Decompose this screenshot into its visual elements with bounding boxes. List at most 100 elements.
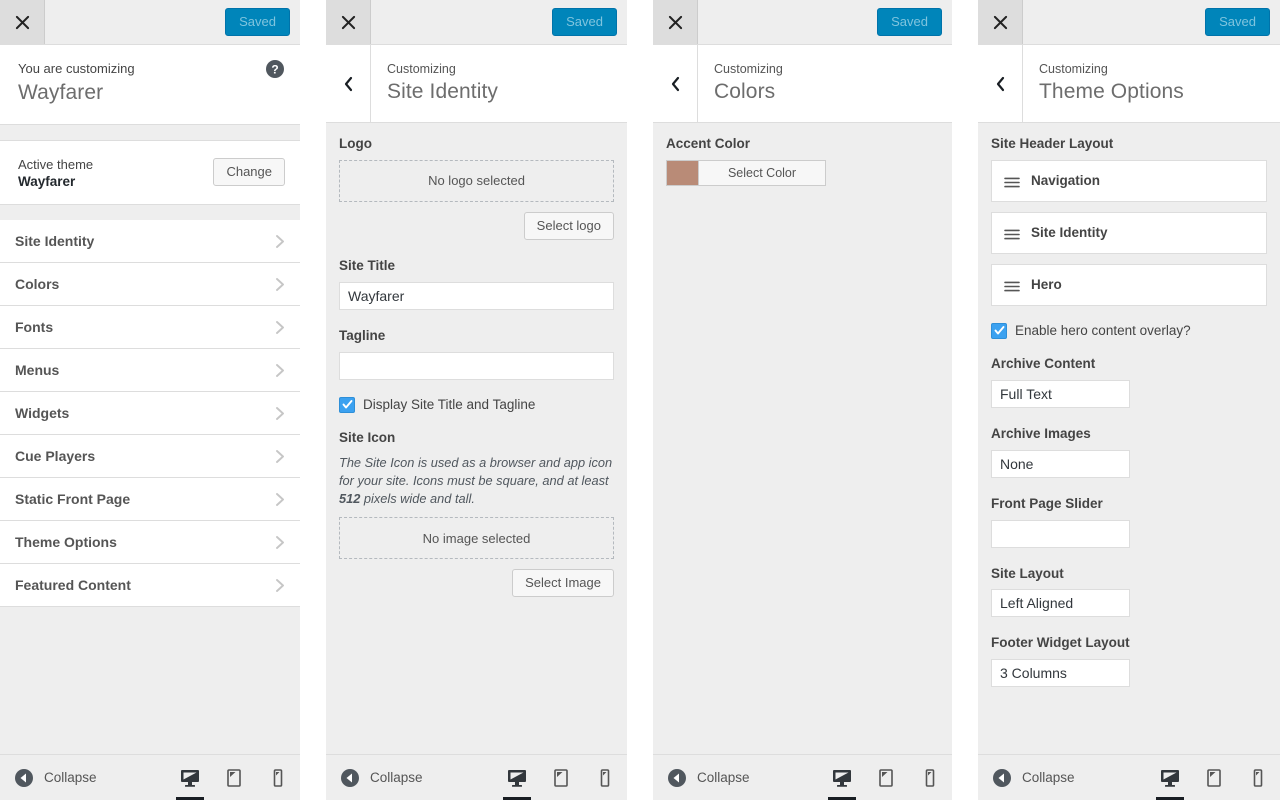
site-icon-desc-size: 512 xyxy=(339,490,361,506)
site-layout-select[interactable]: Left Aligned xyxy=(991,589,1130,618)
display-title-tagline-checkbox[interactable] xyxy=(339,396,355,413)
section-label: Colors xyxy=(15,276,60,293)
change-theme-button[interactable]: Change xyxy=(213,158,285,187)
collapse-arrow-icon xyxy=(14,768,34,788)
sidebar-item-featured-content[interactable]: Featured Content xyxy=(0,564,300,608)
close-icon[interactable] xyxy=(0,0,45,44)
back-icon[interactable] xyxy=(653,45,698,122)
list-item[interactable]: Navigation xyxy=(991,159,1267,202)
archive-content-select[interactable]: Full Text xyxy=(991,379,1130,408)
site-icon-desc-pre: The Site Icon is used as a browser and a… xyxy=(339,454,613,488)
select-logo-button[interactable]: Select logo xyxy=(523,211,614,240)
list-item[interactable]: Site Identity xyxy=(991,211,1267,254)
sidebar-item-static-front-page[interactable]: Static Front Page xyxy=(0,478,300,522)
list-item[interactable]: Hero xyxy=(991,263,1267,306)
device-desktop-icon[interactable] xyxy=(820,755,864,800)
list-item-label: Hero xyxy=(1031,277,1062,293)
drag-handle-icon[interactable] xyxy=(1004,279,1020,292)
help-icon[interactable]: ? xyxy=(265,59,285,79)
archive-images-control: Archive Images None xyxy=(991,425,1267,478)
device-desktop-icon[interactable] xyxy=(168,755,212,800)
sidebar-item-menus[interactable]: Menus xyxy=(0,349,300,393)
footer-bar: Collapse xyxy=(326,754,627,800)
device-tablet-icon[interactable] xyxy=(539,755,583,800)
device-desktop-icon[interactable] xyxy=(1148,755,1192,800)
archive-images-select[interactable]: None xyxy=(991,449,1130,478)
collapse-label: Collapse xyxy=(697,770,750,785)
close-icon[interactable] xyxy=(653,0,698,44)
footer-widget-layout-select[interactable]: 3 Columns xyxy=(991,659,1130,688)
collapse-label: Collapse xyxy=(1022,770,1075,785)
tagline-control: Tagline xyxy=(339,327,614,380)
topbar: Saved xyxy=(653,0,952,45)
footer-widget-layout-control: Footer Widget Layout 3 Columns xyxy=(991,634,1267,688)
active-theme-label: Active theme xyxy=(18,156,94,172)
collapse-button[interactable]: Collapse xyxy=(992,768,1075,788)
site-title-input[interactable] xyxy=(339,281,614,310)
section-label: Static Front Page xyxy=(15,491,131,508)
customizing-kicker: Customizing xyxy=(387,62,456,76)
device-mobile-icon[interactable] xyxy=(1236,755,1280,800)
select-image-button[interactable]: Select Image xyxy=(512,569,614,598)
accent-color-control: Accent Color Select Color xyxy=(666,135,939,186)
front-page-slider-label: Front Page Slider xyxy=(991,495,1103,511)
front-page-slider-select[interactable] xyxy=(991,519,1130,548)
site-title-label: Site Title xyxy=(339,257,396,273)
site-title-control: Site Title xyxy=(339,257,614,310)
svg-text:?: ? xyxy=(271,63,278,77)
site-icon-dropzone[interactable]: No image selected xyxy=(339,517,614,560)
save-button[interactable]: Saved xyxy=(1205,8,1270,36)
select-color-button[interactable]: Select Color xyxy=(698,159,826,186)
color-swatch[interactable] xyxy=(666,159,698,186)
drag-handle-icon[interactable] xyxy=(1004,227,1020,240)
save-button[interactable]: Saved xyxy=(877,8,942,36)
device-mobile-icon[interactable] xyxy=(256,755,300,800)
sidebar-item-site-identity[interactable]: Site Identity xyxy=(0,220,300,264)
section-list: Site Identity Colors Fonts Menus Widgets… xyxy=(0,205,300,754)
device-preview-group xyxy=(1148,755,1280,800)
color-picker[interactable]: Select Color xyxy=(666,159,826,186)
list-item-label: Site Identity xyxy=(1031,225,1108,241)
device-tablet-icon[interactable] xyxy=(212,755,256,800)
tagline-input[interactable] xyxy=(339,351,614,380)
panel-header-texts: Customizing Site Identity xyxy=(371,59,498,105)
back-icon[interactable] xyxy=(326,45,371,122)
chevron-right-icon xyxy=(275,492,286,507)
drag-handle-icon[interactable] xyxy=(1004,175,1020,188)
device-tablet-icon[interactable] xyxy=(1192,755,1236,800)
device-tablet-icon[interactable] xyxy=(864,755,908,800)
sidebar-item-colors[interactable]: Colors xyxy=(0,263,300,307)
close-icon[interactable] xyxy=(978,0,1023,44)
site-layout-control: Site Layout Left Aligned xyxy=(991,565,1267,618)
sidebar-item-widgets[interactable]: Widgets xyxy=(0,392,300,436)
topbar: Saved xyxy=(978,0,1280,45)
display-title-tagline-row[interactable]: Display Site Title and Tagline xyxy=(339,396,614,413)
sidebar-item-fonts[interactable]: Fonts xyxy=(0,306,300,350)
collapse-button[interactable]: Collapse xyxy=(14,768,97,788)
logo-dropzone[interactable]: No logo selected xyxy=(339,159,614,202)
section-label: Theme Options xyxy=(15,534,117,551)
close-icon[interactable] xyxy=(326,0,371,44)
panel-header-texts: Customizing Colors xyxy=(698,59,783,105)
page-title: Wayfarer xyxy=(18,80,104,104)
device-mobile-icon[interactable] xyxy=(583,755,627,800)
collapse-button[interactable]: Collapse xyxy=(667,768,750,788)
sidebar-item-theme-options[interactable]: Theme Options xyxy=(0,521,300,565)
save-button[interactable]: Saved xyxy=(225,8,290,36)
back-icon[interactable] xyxy=(978,45,1023,122)
customizing-kicker: Customizing xyxy=(714,62,783,76)
device-mobile-icon[interactable] xyxy=(908,755,952,800)
save-button[interactable]: Saved xyxy=(552,8,617,36)
logo-control: Logo No logo selected Select logo xyxy=(339,135,614,240)
site-header-layout-control: Site Header Layout Navigation Site Ident… xyxy=(991,135,1267,306)
collapse-button[interactable]: Collapse xyxy=(340,768,423,788)
hero-overlay-row[interactable]: Enable hero content overlay? xyxy=(991,322,1267,339)
sidebar-item-cue-players[interactable]: Cue Players xyxy=(0,435,300,479)
section-label: Cue Players xyxy=(15,448,96,465)
device-desktop-icon[interactable] xyxy=(495,755,539,800)
customizer-panel-site-identity: Saved Customizing Site Identity Logo No … xyxy=(326,0,627,800)
hero-overlay-checkbox[interactable] xyxy=(991,322,1007,339)
